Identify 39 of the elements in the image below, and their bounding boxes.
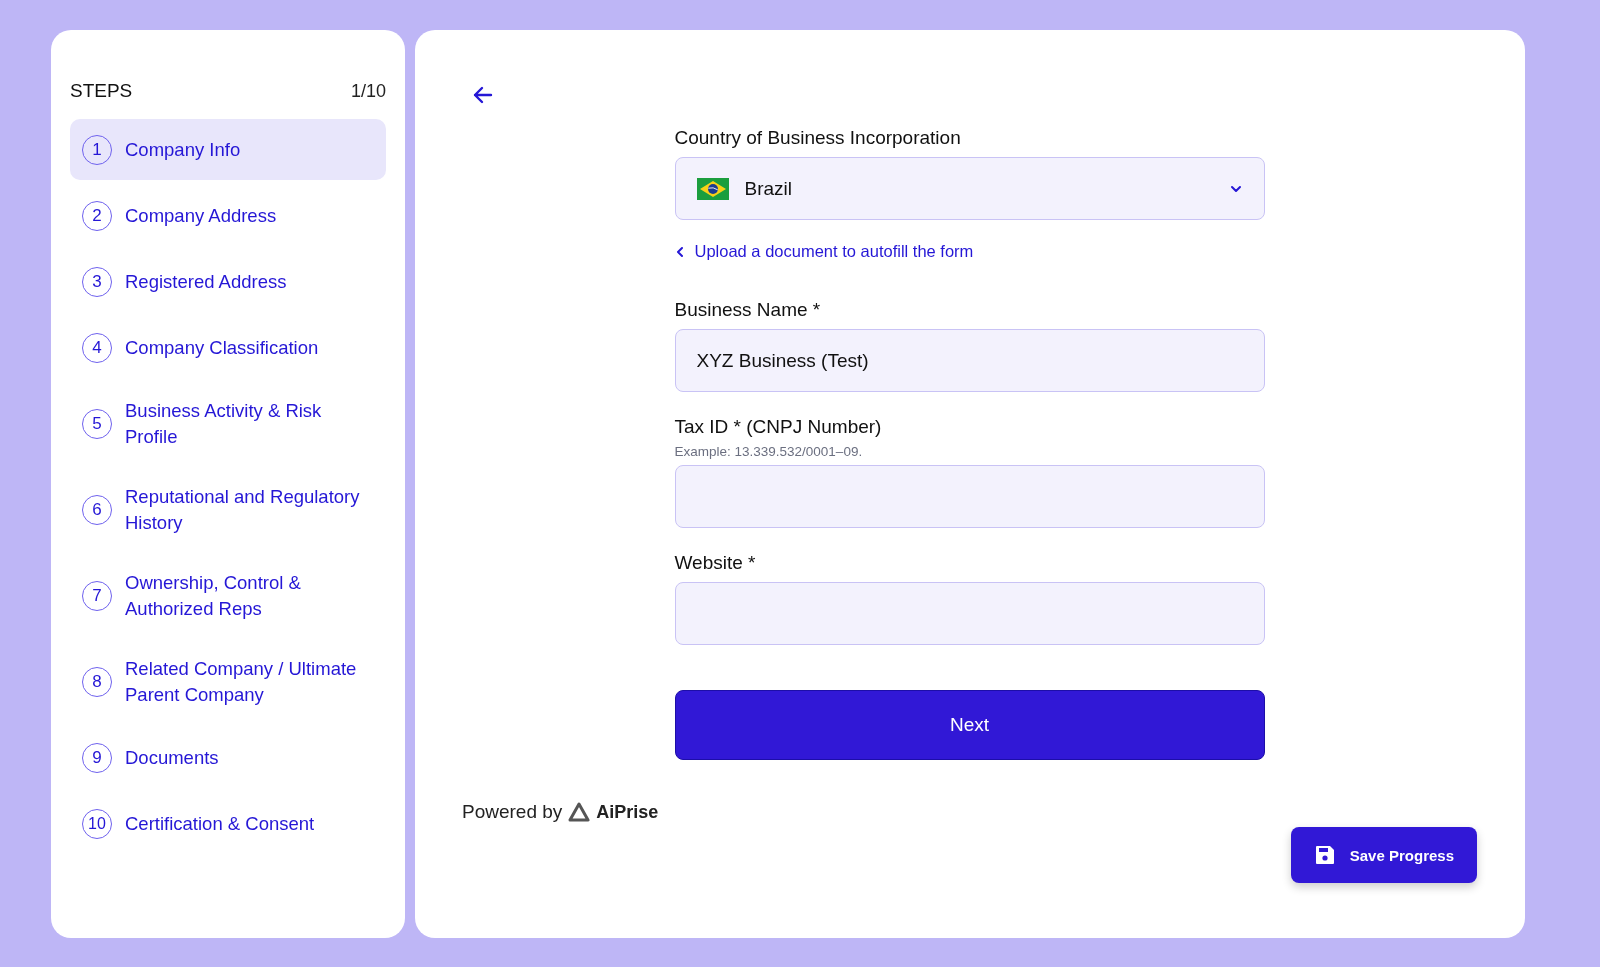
step-item[interactable]: 4 Company Classification — [70, 317, 386, 378]
step-label: Company Classification — [125, 335, 319, 360]
step-label: Company Address — [125, 203, 277, 228]
step-label: Related Company / Ultimate Parent Company — [125, 656, 358, 707]
input-field[interactable] — [674, 465, 1265, 528]
field-hint: Example: 13.339.532/0001–09. — [674, 444, 864, 459]
upload-link[interactable]: Upload a document to autofill the form — [674, 242, 974, 261]
input-field[interactable] — [674, 582, 1265, 645]
step-item[interactable]: 2 Company Address — [70, 185, 386, 246]
field-label: Website * — [674, 552, 757, 574]
step-label: Ownership, Control & Authorized Reps — [125, 570, 302, 621]
step-item[interactable]: 8 Related Company / Ultimate Parent Company — [70, 641, 386, 722]
step-item[interactable]: 5 Business Activity & Risk Profile — [70, 383, 386, 464]
step-label: Business Activity & Risk Profile — [125, 398, 323, 449]
step-item[interactable]: 6 Reputational and Regulatory History — [70, 469, 386, 550]
steps-title: STEPS — [70, 80, 133, 102]
next-button[interactable]: Next — [674, 690, 1265, 760]
step-label: Documents — [125, 745, 219, 770]
chevron-left-icon — [674, 245, 685, 258]
step-label: Reputational and Regulatory History — [125, 484, 361, 535]
input-field[interactable]: XYZ Business (Test) — [674, 329, 1265, 392]
step-item[interactable]: 10 Certification & Consent — [70, 793, 386, 854]
step-item[interactable]: 3 Registered Address — [70, 251, 386, 312]
save-progress-button[interactable]: Save Progress — [1290, 827, 1477, 883]
step-item[interactable]: 1 Company Info — [70, 119, 386, 180]
powered-by-text: Powered by — [462, 801, 563, 823]
field-label: Business Name * — [674, 299, 822, 321]
step-item[interactable]: 9 Documents — [70, 727, 386, 788]
field-label: Tax ID * (CNPJ Number) — [674, 416, 883, 438]
step-item[interactable]: 7 Ownership, Control & Authorized Reps — [70, 555, 386, 636]
step-label: Registered Address — [125, 269, 287, 294]
country-select[interactable]: Brazil — [674, 157, 1265, 220]
flag-icon — [696, 177, 729, 200]
field-label: Country of Business Incorporation — [674, 127, 962, 149]
brand-name: AiPrise — [596, 801, 659, 823]
step-label: Company Info — [125, 137, 241, 162]
step-counter: 1/10 — [350, 80, 386, 102]
step-label: Certification & Consent — [125, 811, 315, 836]
triangle-logo-icon — [568, 802, 591, 822]
